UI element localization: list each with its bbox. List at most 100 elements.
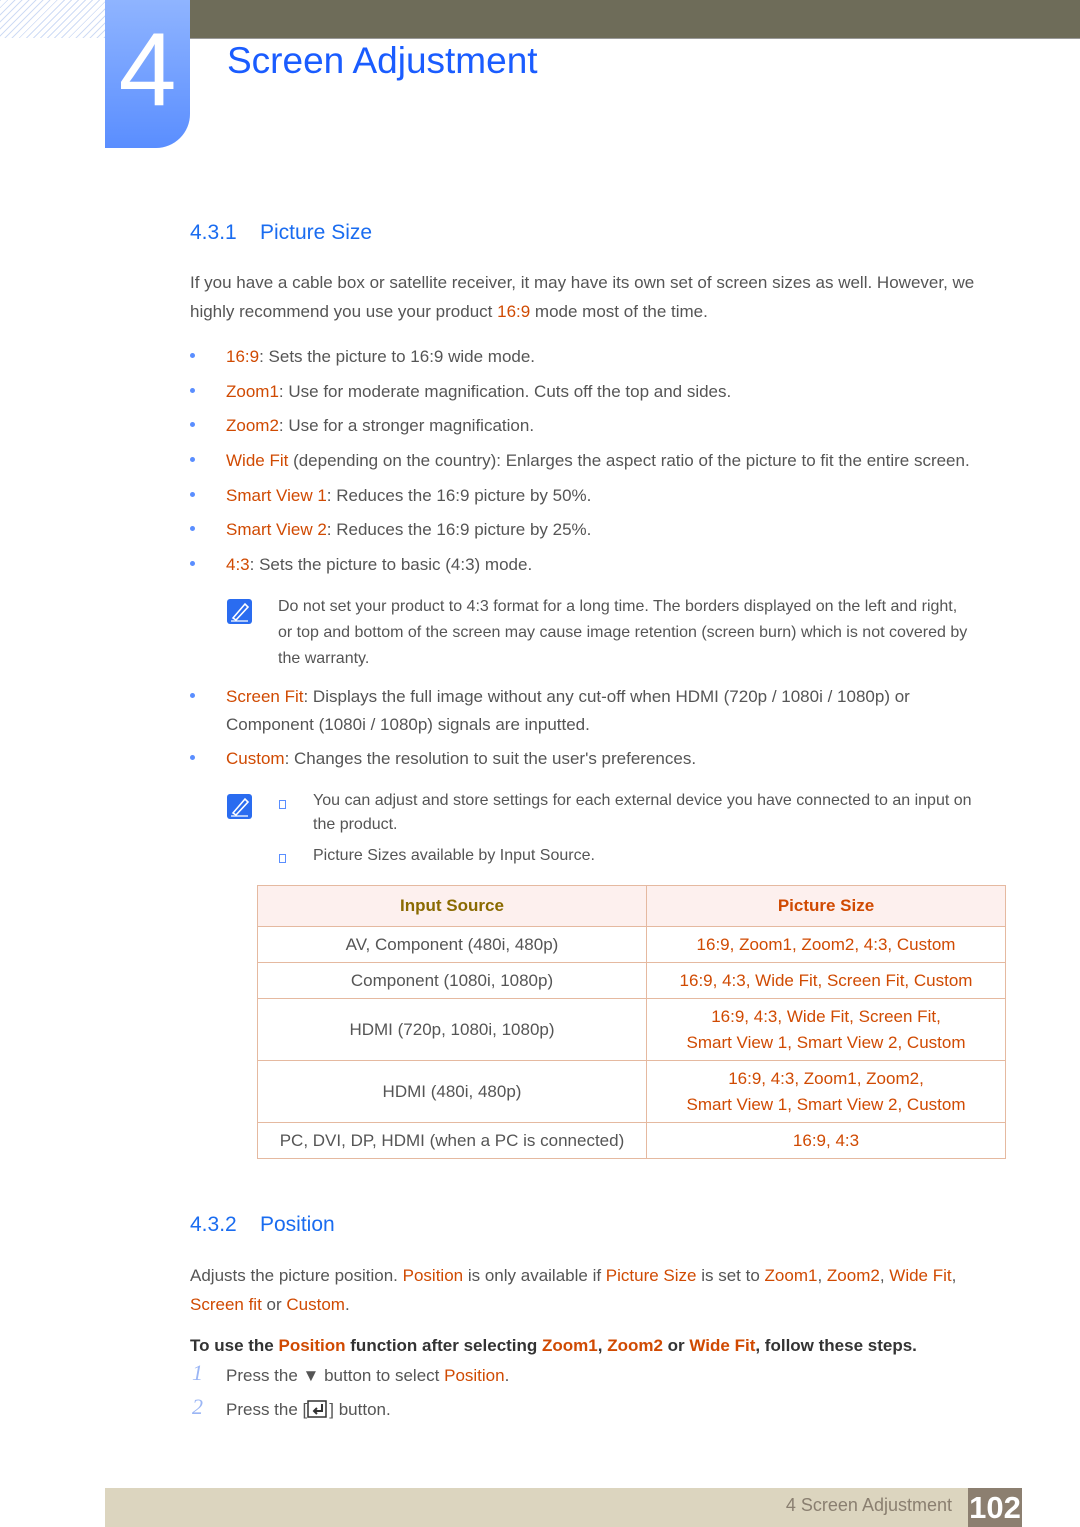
- page-number: 102: [968, 1488, 1022, 1527]
- highlight-term: Zoom2: [826, 1266, 880, 1285]
- table-row: Component (1080i, 1080p) 16:9, 4:3, Wide …: [257, 962, 1006, 999]
- highlight-term: 4:3: [226, 555, 250, 574]
- highlight-term: Zoom2: [226, 416, 279, 435]
- bullet-text: Zoom2: Use for a stronger magnification.: [226, 412, 534, 440]
- table-row: PC, DVI, DP, HDMI (when a PC is connecte…: [257, 1122, 1006, 1159]
- highlight-term: Wide Fit: [689, 1336, 756, 1355]
- highlight-term: Zoom2: [607, 1336, 663, 1355]
- text-run: .: [504, 1366, 510, 1385]
- highlight-term: Position: [402, 1266, 464, 1285]
- steps-heading: To use the Position function after selec…: [190, 1331, 917, 1360]
- highlight-term: Custom: [226, 749, 285, 768]
- chapter-number-badge: 4: [105, 0, 190, 148]
- section-number: 4.3.2: [190, 1213, 237, 1236]
- bullet-text: Custom: Changes the resolution to suit t…: [226, 745, 696, 773]
- section-number: 4.3.1: [190, 221, 237, 244]
- text-run: ,: [817, 1266, 827, 1285]
- input-source-cell: HDMI (720p, 1080i, 1080p): [257, 998, 647, 1061]
- hatch-decoration: [0, 0, 105, 38]
- text-run: : Changes the resolution to suit the use…: [284, 749, 697, 768]
- bullet-dot-icon: [190, 353, 195, 358]
- text-run: or: [662, 1336, 690, 1355]
- input-source-cell: PC, DVI, DP, HDMI (when a PC is connecte…: [257, 1122, 647, 1159]
- note-item: You can adjust and store settings for ea…: [313, 792, 972, 833]
- highlight-term: 16:9: [497, 302, 531, 321]
- text-run: : Reduces the 16:9 picture by 25%.: [326, 520, 592, 539]
- chapter-title: Screen Adjustment: [227, 40, 538, 81]
- text-run: .: [344, 1295, 350, 1314]
- step-number: 1: [192, 1360, 203, 1385]
- table-row: AV, Component (480i, 480p) 16:9, Zoom1, Z…: [257, 926, 1006, 963]
- text-run: : Use for a stronger magnification.: [278, 416, 535, 435]
- text-run: mode most of the time.: [530, 302, 708, 321]
- bullet-dot-icon: [190, 561, 195, 566]
- step-text: Press the ▼ button to select Position.: [226, 1361, 509, 1390]
- section-heading-position: 4.3.2 Position: [190, 1213, 335, 1237]
- bullet-text: Smart View 1: Reduces the 16:9 picture b…: [226, 482, 591, 510]
- column-header: Input Source: [257, 885, 647, 927]
- picture-size-cell: 16:9, 4:3, Zoom1, Zoom2, Smart View 1, S…: [646, 1060, 1006, 1123]
- text-run: : Reduces the 16:9 picture by 50%.: [326, 486, 592, 505]
- input-source-cell: AV, Component (480i, 480p): [257, 926, 647, 963]
- highlight-term: Zoom1: [226, 382, 279, 401]
- table-row: HDMI (480i, 480p) 16:9, 4:3, Zoom1, Zoom2…: [257, 1060, 1006, 1123]
- text-run: Adjusts the picture position.: [190, 1266, 403, 1285]
- text-run: ,: [597, 1336, 608, 1355]
- manual-page: 4 Screen Adjustment 4.3.1 Picture Size If…: [0, 0, 1080, 1527]
- text-run: function after selecting: [345, 1336, 543, 1355]
- enter-button-icon: [307, 1400, 328, 1418]
- highlight-term: 16:9: [226, 347, 260, 366]
- intro-paragraph: If you have a cable box or satellite rec…: [190, 268, 974, 326]
- highlight-term: Wide Fit: [226, 451, 289, 470]
- text-run: : Displays the full image without any cu…: [226, 687, 910, 734]
- column-header: Picture Size: [646, 885, 1006, 927]
- note-item: Picture Sizes available by Input Source.: [313, 847, 595, 864]
- input-source-cell: HDMI (480i, 480p): [257, 1060, 647, 1123]
- section-heading-picture-size: 4.3.1 Picture Size: [190, 221, 372, 245]
- step-text: Press the [] button.: [226, 1395, 391, 1424]
- text-run: Press the ▼ button to select: [226, 1366, 445, 1385]
- text-run: is set to: [696, 1266, 765, 1285]
- bullet-dot-icon: [190, 388, 195, 393]
- top-bar: [190, 0, 1080, 39]
- footer-chapter-label: 4 Screen Adjustment: [785, 1495, 952, 1515]
- bullet-text: Zoom1: Use for moderate magnification. C…: [226, 378, 731, 406]
- bullet-dot-icon: [190, 457, 195, 462]
- table-row: HDMI (720p, 1080i, 1080p) 16:9, 4:3, Wide…: [257, 998, 1006, 1061]
- square-bullet-icon: [279, 854, 286, 863]
- bullet-text: Screen Fit: Displays the full image with…: [226, 683, 910, 739]
- text-run: (depending on the country): Enlarges the…: [288, 451, 970, 470]
- position-paragraph: Adjusts the picture position. Position i…: [190, 1261, 956, 1319]
- highlight-term: Picture Size: [605, 1266, 697, 1285]
- highlight-term: Screen fit: [190, 1295, 262, 1314]
- text-run: : Use for moderate magnification. Cuts o…: [278, 382, 732, 401]
- bullet-dot-icon: [190, 526, 195, 531]
- highlight-term: Position: [278, 1336, 346, 1355]
- section-title: Picture Size: [260, 221, 373, 244]
- bullet-dot-icon: [190, 422, 195, 427]
- text-run: ,: [879, 1266, 890, 1285]
- bullet-text: Smart View 2: Reduces the 16:9 picture b…: [226, 516, 591, 544]
- step-number: 2: [192, 1394, 203, 1419]
- picture-size-table: Input Source Picture Size AV, Component …: [257, 885, 1006, 1159]
- square-bullet-icon: [279, 800, 286, 809]
- bullet-text: 16:9: Sets the picture to 16:9 wide mode…: [226, 343, 535, 371]
- picture-size-cell: 16:9, 4:3, Wide Fit, Screen Fit, Smart V…: [646, 998, 1006, 1061]
- text-run: : Sets the picture to 16:9 wide mode.: [259, 347, 536, 366]
- note-icon: [227, 599, 252, 624]
- text-run: highly recommend you use your product: [190, 302, 493, 321]
- bullet-text: 4:3: Sets the picture to basic (4:3) mod…: [226, 551, 532, 579]
- step-text-before: Press the [: [226, 1400, 308, 1419]
- picture-size-cell: 16:9, 4:3: [646, 1122, 1006, 1159]
- note-icon: [227, 794, 252, 819]
- highlight-term: Position: [444, 1366, 505, 1385]
- highlight-term: Zoom1: [764, 1266, 818, 1285]
- highlight-term: Zoom1: [542, 1336, 598, 1355]
- highlight-term: Smart View 1: [226, 486, 327, 505]
- section-title: Position: [260, 1213, 335, 1236]
- text-run: If you have a cable box or satellite rec…: [190, 273, 975, 292]
- text-run: : Sets the picture to basic (4:3) mode.: [249, 555, 533, 574]
- note-text: Do not set your product to 4:3 format fo…: [278, 594, 967, 672]
- text-run: is only available if: [463, 1266, 606, 1285]
- bullet-text: Wide Fit (depending on the country): Enl…: [226, 447, 970, 475]
